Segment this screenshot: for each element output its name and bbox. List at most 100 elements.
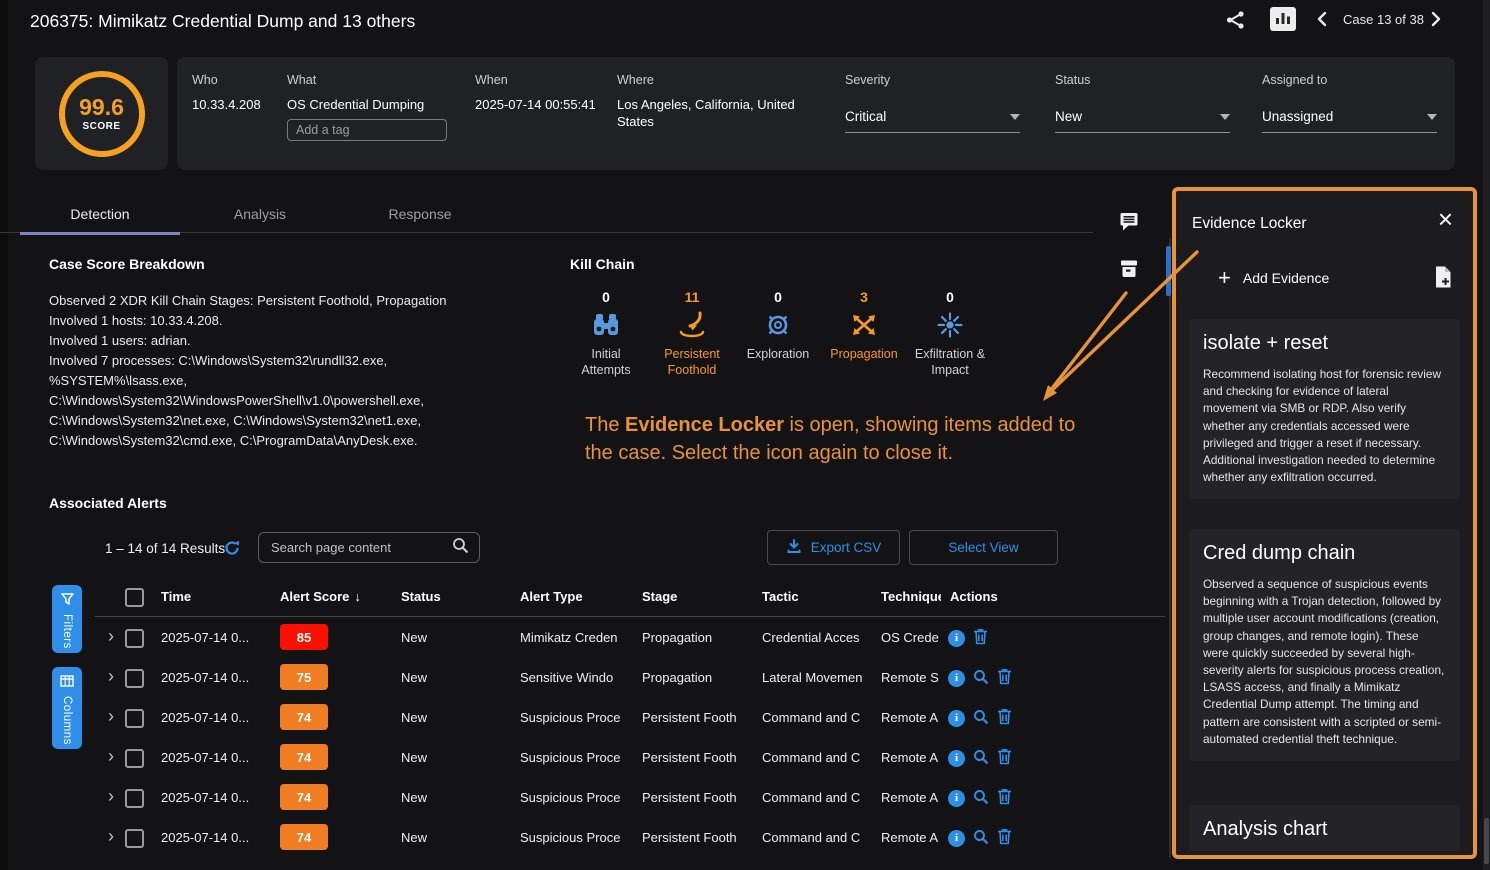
evidence-locker-title: Evidence Locker	[1192, 215, 1307, 233]
investigate-button[interactable]	[973, 749, 989, 768]
column-header-technique[interactable]: Technique	[881, 589, 941, 604]
expand-row-button[interactable]: ›	[108, 785, 114, 807]
delete-alert-button[interactable]	[997, 828, 1012, 848]
export-csv-button[interactable]: Export CSV	[767, 530, 900, 565]
evidence-locker-icon	[1118, 267, 1140, 282]
evidence-item-description: Recommend isolating host for forensic re…	[1203, 366, 1446, 486]
column-header-alert-type[interactable]: Alert Type	[520, 589, 583, 604]
cell-technique: Remote A	[881, 750, 943, 765]
content-scrollbar-thumb[interactable]	[1166, 246, 1171, 296]
select-view-label: Select View	[948, 540, 1018, 555]
what-label: What	[287, 73, 447, 87]
add-tag-input[interactable]	[287, 119, 447, 141]
annotation-prefix: The	[585, 414, 625, 436]
case-score-breakdown-title: Case Score Breakdown	[49, 256, 205, 272]
info-icon[interactable]: i	[948, 750, 965, 767]
evidence-item-card[interactable]: isolate + reset Recommend isolating host…	[1189, 319, 1460, 499]
info-icon[interactable]: i	[948, 670, 965, 687]
investigate-button[interactable]	[973, 829, 989, 848]
delete-alert-button[interactable]	[997, 668, 1012, 688]
row-actions: i	[948, 708, 1012, 728]
row-checkbox[interactable]	[125, 669, 144, 688]
column-header-alert-score[interactable]: Alert Score ↓	[280, 589, 361, 604]
select-all-checkbox[interactable]	[125, 588, 144, 607]
expand-row-button[interactable]: ›	[108, 625, 114, 647]
delete-alert-button[interactable]	[997, 788, 1012, 808]
investigate-button[interactable]	[973, 789, 989, 808]
cell-tactic: Credential Acces	[762, 630, 872, 645]
filters-button[interactable]: Filters	[52, 585, 82, 653]
row-checkbox[interactable]	[125, 709, 144, 728]
trash-icon	[997, 668, 1012, 688]
columns-grid-icon	[60, 675, 74, 690]
add-document-button[interactable]	[1433, 265, 1453, 292]
expand-row-button[interactable]: ›	[108, 665, 114, 687]
left-edge-strip	[0, 0, 8, 870]
alert-score-badge: 74	[280, 824, 328, 850]
tab-analysis[interactable]: Analysis	[180, 196, 340, 232]
chevron-left-icon	[1316, 15, 1328, 30]
investigate-button[interactable]	[973, 669, 989, 688]
evidence-item-card[interactable]: Analysis chart	[1189, 805, 1460, 851]
assigned-to-dropdown[interactable]: Assigned to Unassigned	[1262, 73, 1437, 133]
share-button[interactable]	[1224, 9, 1246, 34]
next-case-button[interactable]	[1430, 11, 1442, 30]
columns-button[interactable]: Columns	[52, 667, 82, 749]
page-scrollbar-thumb[interactable]	[1484, 818, 1489, 864]
investigate-button[interactable]	[973, 709, 989, 728]
alert-score-badge: 74	[280, 744, 328, 770]
row-checkbox[interactable]	[125, 629, 144, 648]
expand-row-button[interactable]: ›	[108, 825, 114, 847]
binoculars-icon	[563, 309, 649, 341]
evidence-locker-toggle-button[interactable]	[1118, 257, 1140, 282]
page-scrollbar-track[interactable]	[1483, 0, 1490, 870]
delete-alert-button[interactable]	[997, 748, 1012, 768]
info-icon[interactable]: i	[948, 710, 965, 727]
case-score-card: 99.6 SCORE	[35, 57, 168, 170]
select-view-button[interactable]: Select View	[909, 530, 1058, 565]
info-icon[interactable]: i	[948, 830, 965, 847]
refresh-button[interactable]	[223, 539, 241, 560]
evidence-item-card[interactable]: Cred dump chain Observed a sequence of s…	[1189, 529, 1460, 761]
table-row: › 2025-07-14 0... 74 New Suspicious Proc…	[95, 697, 1165, 737]
cell-stage: Persistent Footh	[642, 790, 747, 805]
expand-row-button[interactable]: ›	[108, 745, 114, 767]
status-dropdown[interactable]: Status New	[1055, 73, 1230, 133]
column-header-time[interactable]: Time	[161, 589, 191, 604]
row-checkbox[interactable]	[125, 829, 144, 848]
cell-status: New	[401, 750, 427, 765]
search-input[interactable]	[269, 539, 452, 556]
row-checkbox[interactable]	[125, 789, 144, 808]
info-icon[interactable]: i	[948, 630, 965, 647]
row-checkbox[interactable]	[125, 749, 144, 768]
column-header-stage[interactable]: Stage	[642, 589, 677, 604]
stage-count: 0	[907, 289, 993, 307]
expand-row-button[interactable]: ›	[108, 705, 114, 727]
plus-icon: +	[1218, 268, 1231, 288]
who-value: 10.33.4.208	[192, 96, 261, 113]
info-icon[interactable]: i	[948, 790, 965, 807]
stage-count: 11	[649, 289, 735, 307]
associated-alerts-title: Associated Alerts	[49, 495, 167, 511]
tab-response[interactable]: Response	[340, 196, 500, 232]
add-evidence-button[interactable]: + Add Evidence	[1212, 267, 1335, 289]
who-label: Who	[192, 73, 261, 87]
cell-status: New	[401, 710, 427, 725]
stage-count: 3	[821, 289, 907, 307]
column-header-tactic[interactable]: Tactic	[762, 589, 799, 604]
delete-alert-button[interactable]	[997, 708, 1012, 728]
previous-case-button[interactable]	[1316, 11, 1328, 30]
content-scrollbar-track[interactable]	[1169, 238, 1171, 858]
columns-label: Columns	[61, 696, 73, 745]
case-chart-button[interactable]	[1270, 7, 1296, 31]
severity-dropdown[interactable]: Severity Critical	[845, 73, 1020, 133]
delete-alert-button[interactable]	[973, 628, 988, 648]
cell-stage: Propagation	[642, 630, 747, 645]
close-icon[interactable]: ×	[1432, 205, 1459, 233]
alerts-table-body: › 2025-07-14 0... 85 New Mimikatz Creden…	[95, 617, 1165, 857]
tab-detection[interactable]: Detection	[20, 196, 180, 235]
assigned-to-label: Assigned to	[1262, 73, 1437, 87]
column-header-status[interactable]: Status	[401, 589, 441, 604]
comments-toggle-button[interactable]	[1118, 210, 1140, 235]
alerts-table: Time Alert Score ↓ Status Alert Type Sta…	[95, 580, 1165, 868]
